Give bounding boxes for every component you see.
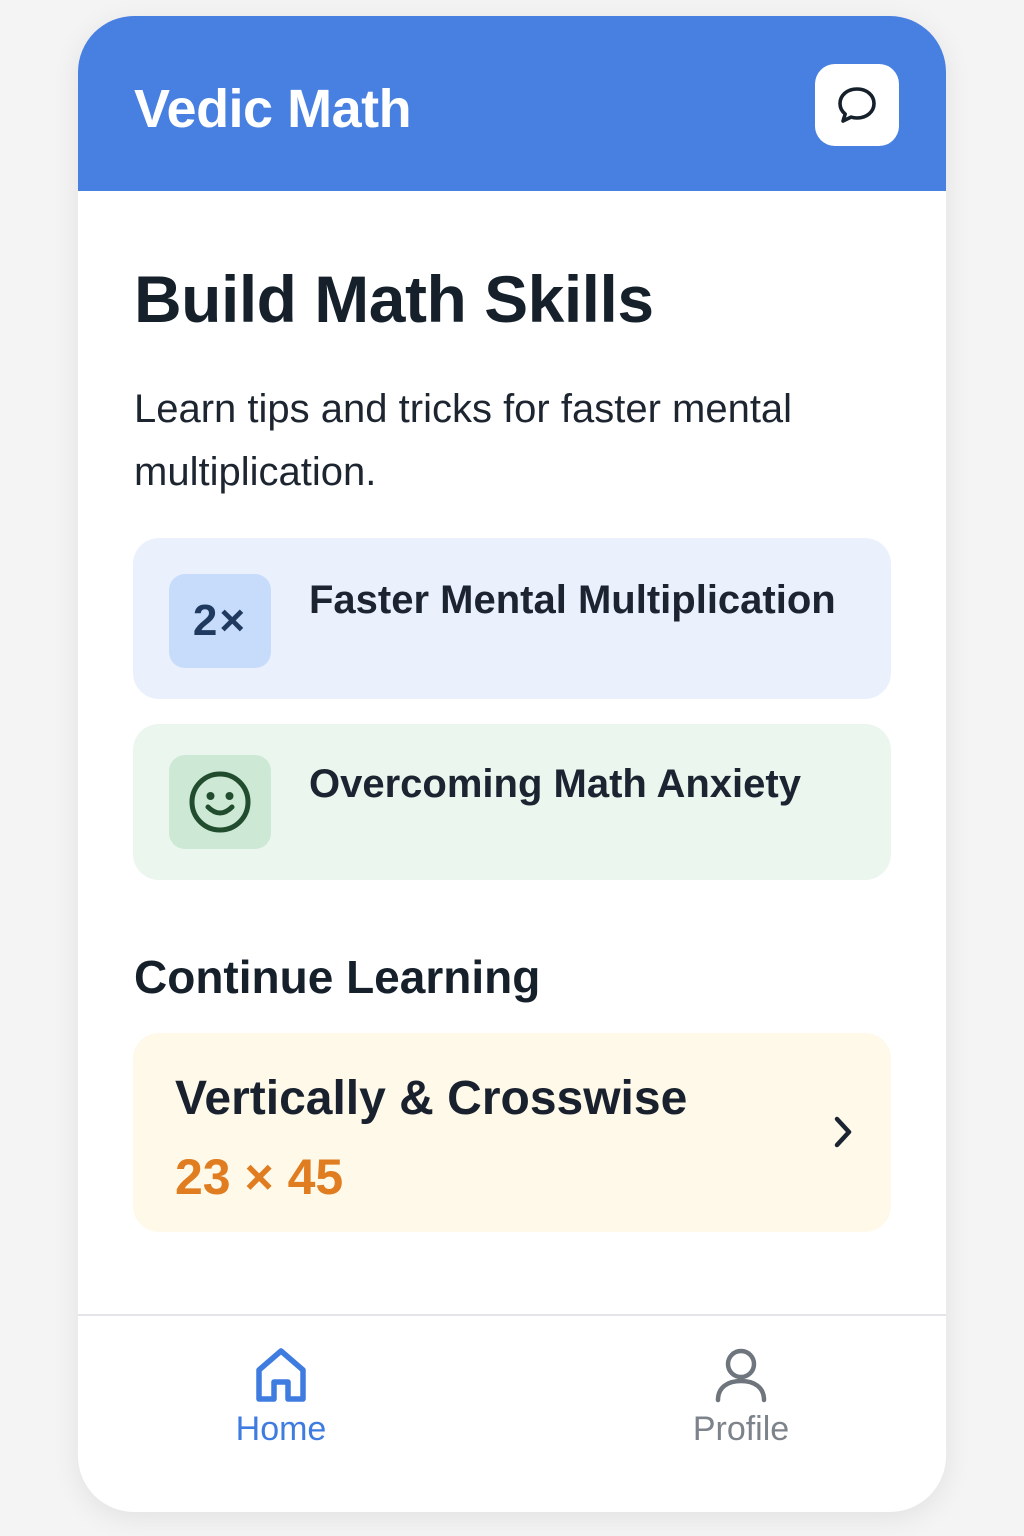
app-header: Vedic Math	[78, 16, 946, 191]
chat-bubble-icon	[838, 87, 876, 123]
nav-home[interactable]: Home	[181, 1346, 381, 1466]
section-title: Continue Learning	[134, 951, 541, 1003]
lesson-example: 23 × 45	[175, 1149, 344, 1205]
nav-divider	[78, 1314, 946, 1316]
smiley-face-icon	[169, 755, 271, 849]
nav-profile[interactable]: Profile	[641, 1346, 841, 1466]
multiply-icon: 2×	[169, 574, 271, 668]
chevron-right-icon	[834, 1116, 852, 1148]
nav-home-label: Home	[235, 1410, 327, 1448]
page-subtitle: Learn tips and tricks for faster mental …	[134, 387, 793, 494]
nav-profile-label: Profile	[692, 1410, 790, 1448]
app-screen: Vedic Math Build Math Skills Learn tips …	[78, 16, 946, 1512]
topic-card-multiplication[interactable]: 2× Faster Mental Multiplication	[133, 538, 891, 699]
user-icon	[715, 1348, 767, 1403]
home-icon	[256, 1348, 306, 1402]
multiply-icon-text: 2×	[192, 596, 248, 645]
page-title: Build Math Skills	[134, 262, 654, 336]
topic-label: Overcoming Math Anxiety	[309, 762, 801, 806]
continue-lesson-card[interactable]: Vertically & Crosswise 23 × 45	[133, 1033, 891, 1232]
topic-label: Faster Mental Multiplication	[309, 578, 836, 622]
topic-card-anxiety[interactable]: Overcoming Math Anxiety	[133, 724, 891, 880]
lesson-title: Vertically & Crosswise	[175, 1072, 688, 1125]
app-title: Vedic Math	[134, 79, 412, 139]
chat-button[interactable]	[815, 64, 899, 146]
